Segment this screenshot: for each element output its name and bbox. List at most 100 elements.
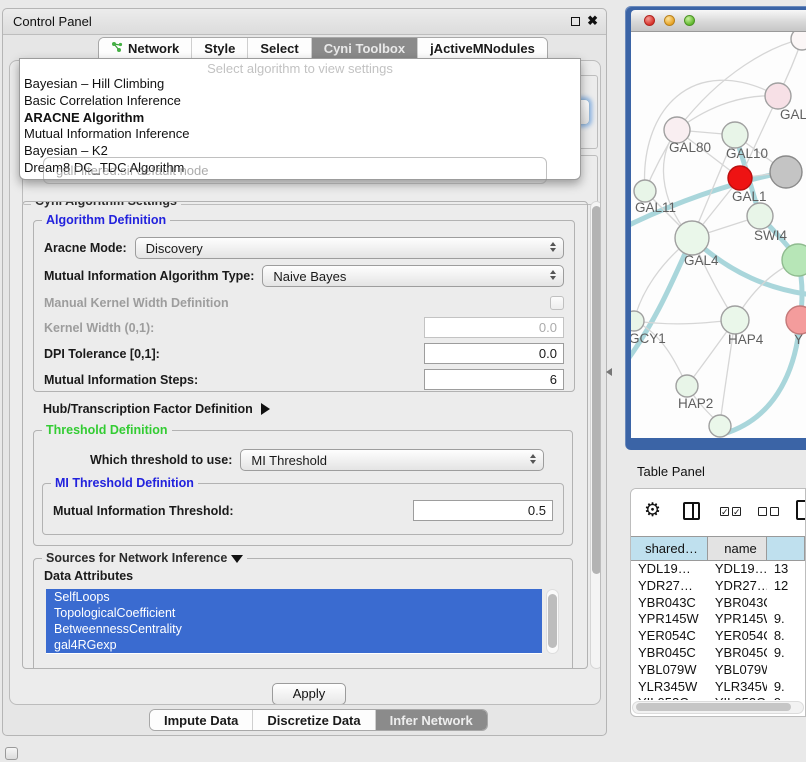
columns-icon[interactable] <box>683 502 700 520</box>
table-row[interactable]: YER054CYER054C8. <box>631 628 805 645</box>
table-row[interactable]: YDL19…YDL19…13 <box>631 561 805 578</box>
attribute-item[interactable]: BetweennessCentrality <box>46 621 542 637</box>
attribute-item[interactable]: gal4RGexp <box>46 637 542 653</box>
threshold-definition-legend: Threshold Definition <box>42 423 172 437</box>
unchecked-box-icon <box>758 507 767 516</box>
tab-impute-data[interactable]: Impute Data <box>150 710 253 730</box>
aracne-mode-combobox[interactable]: Discovery <box>135 237 564 259</box>
minimize-traffic-light-icon[interactable] <box>664 15 675 26</box>
algorithm-option[interactable]: Bayesian – K2 <box>20 143 580 160</box>
node-label: GCY1 <box>631 331 666 346</box>
settings-vertical-scrollbar[interactable] <box>590 201 601 669</box>
tab-network[interactable]: Network <box>99 38 192 59</box>
network-node-gal10[interactable] <box>722 122 748 148</box>
column-header[interactable]: name <box>708 537 767 560</box>
close-traffic-light-icon[interactable] <box>644 15 655 26</box>
split-collapse-icon[interactable] <box>606 368 612 376</box>
attribute-item[interactable]: SelfLoops <box>46 589 542 605</box>
table-row[interactable]: YBL079WYBL079W <box>631 662 805 679</box>
table-row[interactable]: YDR27…YDR27…12 <box>631 578 805 595</box>
table-cell: YLR345W <box>631 679 708 696</box>
export-table-icon[interactable] <box>796 500 806 520</box>
algorithm-popup-placeholder: Select algorithm to view settings <box>20 59 580 76</box>
control-panel-titlebar: Control Panel ✖ <box>3 9 606 35</box>
zoom-traffic-light-icon[interactable] <box>684 15 695 26</box>
table-cell: YIL052C <box>708 695 767 700</box>
algorithm-option[interactable]: ARACNE Algorithm <box>20 110 580 127</box>
tab-label: Select <box>260 41 298 56</box>
network-node-gal[interactable] <box>765 83 791 109</box>
algorithm-popup: Select algorithm to view settings Bayesi… <box>19 58 581 180</box>
mi-threshold-legend: MI Threshold Definition <box>51 476 198 490</box>
apply-button[interactable]: Apply <box>272 683 346 705</box>
network-canvas[interactable]: GALGAL80GAL10GAL1GAL11SWI4GAL4GCY1HAP4YH… <box>631 32 806 438</box>
network-node-gal11[interactable] <box>634 180 656 202</box>
close-icon[interactable]: ✖ <box>587 15 598 27</box>
checked-box-icon: ✓ <box>732 507 741 516</box>
table-cell: YDR27… <box>708 578 767 595</box>
tab-infer-network[interactable]: Infer Network <box>376 710 487 730</box>
network-node-y[interactable] <box>786 306 806 334</box>
attribute-item[interactable]: TopologicalCoefficient <box>46 605 542 621</box>
network-node-gcy1[interactable] <box>631 311 644 331</box>
tab-select[interactable]: Select <box>248 38 311 59</box>
node-label: GAL80 <box>669 140 711 155</box>
network-node-hap4[interactable] <box>721 306 749 334</box>
network-node-swi4[interactable] <box>747 203 773 229</box>
dpi-tolerance-input[interactable]: 0.0 <box>424 343 564 364</box>
algorithm-option[interactable]: Dream8 DC_TDC Algorithm <box>20 160 580 177</box>
hub-definition-toggle[interactable]: Hub/Transcription Factor Definition <box>43 402 270 416</box>
tab-style[interactable]: Style <box>192 38 248 59</box>
table-horizontal-scrollbar[interactable] <box>632 701 804 714</box>
table-row[interactable]: YLR345WYLR345W9. <box>631 679 805 696</box>
network-node-gal1[interactable] <box>728 166 752 190</box>
algorithm-option[interactable]: Mutual Information Inference <box>20 126 580 143</box>
table-toolbar: ⚙ ✓ ✓ <box>631 489 805 536</box>
attributes-scrollbar[interactable] <box>546 589 559 654</box>
algorithm-option[interactable]: Bayesian – Hill Climbing <box>20 76 580 93</box>
column-header[interactable] <box>767 537 805 560</box>
mi-type-combobox[interactable]: Naive Bayes <box>262 265 564 287</box>
table-cell: 13 <box>767 561 805 578</box>
node-label: GAL10 <box>726 146 768 161</box>
algorithm-definition-legend: Algorithm Definition <box>42 213 170 227</box>
select-all-columns-icon[interactable]: ✓ ✓ <box>720 507 741 516</box>
gear-icon[interactable]: ⚙ <box>644 501 661 521</box>
network-node-hap2[interactable] <box>676 375 698 397</box>
network-window-titlebar[interactable] <box>631 10 806 32</box>
minimized-panel-icon[interactable] <box>5 747 18 760</box>
network-node-gal4[interactable] <box>675 221 709 255</box>
mi-type-label: Mutual Information Algorithm Type: <box>44 269 254 283</box>
table-row[interactable]: YIL052CYIL052C9 <box>631 695 805 700</box>
algorithm-option[interactable]: Basic Correlation Inference <box>20 93 580 110</box>
network-node[interactable] <box>770 156 802 188</box>
table-row[interactable]: YBR043CYBR043C <box>631 595 805 612</box>
column-header[interactable]: shared… <box>631 537 708 560</box>
sources-group: Sources for Network Inference Data Attri… <box>33 558 573 669</box>
kernel-width-input[interactable]: 0.0 <box>424 317 564 338</box>
data-attributes-list[interactable]: SelfLoopsTopologicalCoefficientBetweenne… <box>46 589 542 654</box>
which-threshold-value: MI Threshold <box>251 453 327 468</box>
table-row[interactable]: YBR045CYBR045C9. <box>631 645 805 662</box>
mi-threshold-input[interactable]: 0.5 <box>413 500 553 521</box>
network-node[interactable] <box>791 32 806 50</box>
which-threshold-combobox[interactable]: MI Threshold <box>240 449 544 471</box>
table-cell: 8. <box>767 628 805 645</box>
which-threshold-label: Which threshold to use: <box>90 453 232 467</box>
table-cell: YBL079W <box>631 662 708 679</box>
node-label: GAL11 <box>635 200 676 215</box>
mi-type-value: Naive Bayes <box>273 269 346 284</box>
control-panel-window: Control Panel ✖ NetworkStyle Select Cyni T… <box>2 8 607 736</box>
sources-legend[interactable]: Sources for Network Inference <box>42 551 247 565</box>
table-cell: YBL079W <box>708 662 767 679</box>
network-node[interactable] <box>709 415 731 437</box>
tab-cyni-toolbox[interactable]: Cyni Toolbox <box>312 38 418 59</box>
tab-jactivemnodules[interactable]: jActiveMNodules <box>418 38 547 59</box>
tab-discretize-data[interactable]: Discretize Data <box>253 710 375 730</box>
network-node[interactable] <box>782 244 806 276</box>
table-row[interactable]: YPR145WYPR145W9. <box>631 611 805 628</box>
mi-steps-input[interactable]: 6 <box>424 369 564 390</box>
manual-kernel-checkbox[interactable] <box>550 296 564 310</box>
deselect-all-columns-icon[interactable] <box>758 507 779 516</box>
float-window-icon[interactable] <box>571 17 580 26</box>
